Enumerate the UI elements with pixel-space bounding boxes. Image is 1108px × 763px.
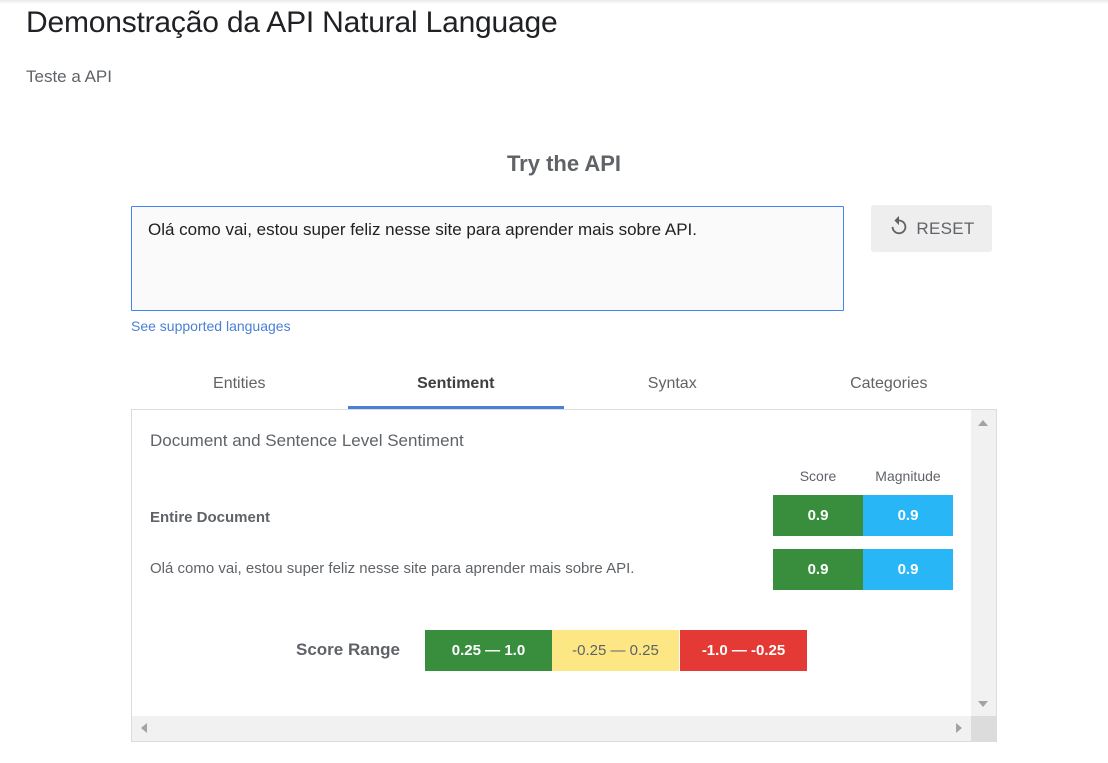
score-range-neutral: -0.25 — 0.25 — [552, 630, 679, 671]
score-range-label: Score Range — [296, 640, 400, 659]
panel-heading: Document and Sentence Level Sentiment — [150, 431, 464, 450]
refresh-icon — [888, 215, 916, 242]
score-range-positive: 0.25 — 1.0 — [425, 630, 552, 671]
scroll-down-icon[interactable] — [978, 701, 988, 707]
horizontal-scrollbar[interactable] — [132, 716, 973, 741]
score-range-negative: -1.0 — -0.25 — [680, 630, 807, 671]
page-title: Demonstração da API Natural Language — [26, 6, 558, 39]
entire-document-score: 0.9 — [773, 495, 863, 536]
tab-entities[interactable]: Entities — [131, 358, 348, 409]
scroll-left-icon[interactable] — [141, 723, 147, 733]
sentence-label: Olá como vai, estou super feliz nesse si… — [150, 560, 635, 577]
reset-button[interactable]: RESET — [871, 205, 992, 252]
page-subtitle: Teste a API — [26, 67, 112, 86]
sentence-score: 0.9 — [773, 549, 863, 590]
tab-syntax[interactable]: Syntax — [564, 358, 781, 409]
top-shadow — [0, 0, 1108, 4]
scroll-up-icon[interactable] — [978, 420, 988, 426]
entire-document-magnitude: 0.9 — [863, 495, 953, 536]
sentence-magnitude: 0.9 — [863, 549, 953, 590]
score-column-header: Score — [799, 468, 837, 484]
vertical-scrollbar[interactable] — [971, 410, 996, 716]
tab-sentiment[interactable]: Sentiment — [347, 358, 565, 409]
text-input[interactable]: Olá como vai, estou super feliz nesse si… — [131, 206, 844, 311]
section-title: Try the API — [506, 151, 622, 176]
entire-document-label: Entire Document — [150, 509, 271, 526]
scrollbar-corner — [971, 716, 996, 741]
magnitude-column-header: Magnitude — [875, 468, 941, 484]
supported-languages-link[interactable]: See supported languages — [131, 318, 291, 334]
scroll-right-icon[interactable] — [956, 723, 962, 733]
sentiment-panel: Document and Sentence Level Sentiment Sc… — [131, 409, 997, 742]
tab-bar: Entities Sentiment Syntax Categories — [131, 358, 997, 409]
tab-categories[interactable]: Categories — [781, 358, 998, 409]
reset-label: RESET — [916, 218, 975, 238]
